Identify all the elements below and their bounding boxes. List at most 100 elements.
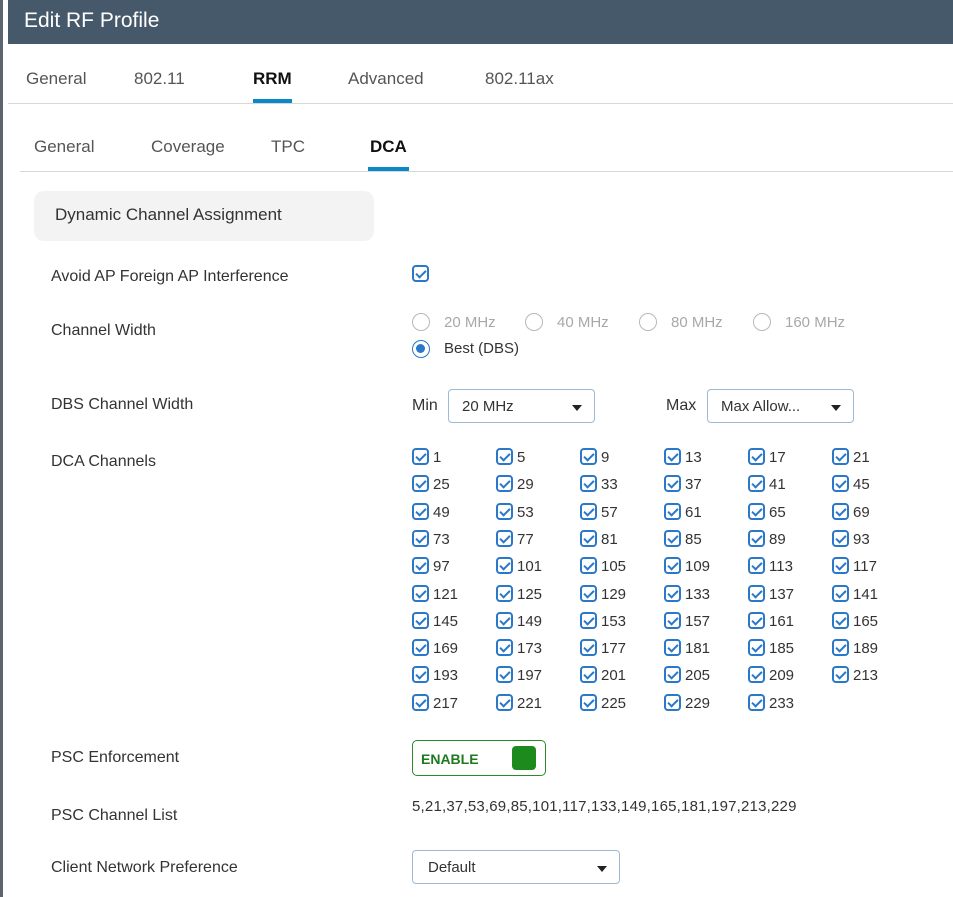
section-header: Dynamic Channel Assignment <box>34 191 374 241</box>
checkbox-checked <box>664 529 681 547</box>
dbs-max-select[interactable]: Max Allow... <box>707 389 854 423</box>
checkbox-checked <box>748 529 765 547</box>
dca-channel-number: 29 <box>517 476 534 494</box>
client-network-pref-value: Default <box>428 859 476 876</box>
dca-channel-number: 77 <box>517 530 534 548</box>
checkbox-checked <box>412 502 429 520</box>
dca-channel-number: 61 <box>685 503 702 521</box>
dca-channel-number: 229 <box>685 694 711 712</box>
checkbox-checked <box>496 448 513 465</box>
checkbox-checked <box>748 693 765 711</box>
checkbox-checked <box>832 611 849 629</box>
dca-channel-number: 53 <box>517 503 534 521</box>
dca-channel-number: 5 <box>517 449 526 466</box>
checkbox-checked <box>832 475 849 493</box>
active-subtab-indicator <box>368 167 409 171</box>
checkbox-checked <box>496 529 513 547</box>
dca-channel-number: 105 <box>601 558 627 576</box>
dca-channel-number: 217 <box>433 694 459 712</box>
radio-20mhz-label: 20 MHz <box>444 314 496 331</box>
checkbox-checked <box>664 584 681 602</box>
checkbox-checked <box>412 639 429 657</box>
checkbox-checked <box>748 584 765 602</box>
radio-160mhz[interactable] <box>753 313 771 331</box>
dca-channel-number: 197 <box>517 667 543 685</box>
dca-channel-number: 65 <box>769 503 786 521</box>
dca-channel-number: 177 <box>601 640 627 658</box>
dca-channel-number: 201 <box>601 667 627 685</box>
radio-20mhz[interactable] <box>412 313 430 331</box>
checkbox-checked <box>496 475 513 493</box>
checkbox-checked <box>664 502 681 520</box>
dialog-titlebar: Edit RF Profile <box>8 0 953 44</box>
avoid-foreign-label: Avoid AP Foreign AP Interference <box>51 268 289 285</box>
checkbox-checked <box>748 611 765 629</box>
checkbox-checked <box>580 666 597 684</box>
checkbox-checked <box>832 448 849 465</box>
toggle-state-text: ENABLE <box>421 751 479 767</box>
dca-channel-number: 165 <box>853 612 879 630</box>
dca-channel-number: 205 <box>685 667 711 685</box>
radio-160mhz-label: 160 MHz <box>785 314 846 331</box>
radio-40mhz-label: 40 MHz <box>557 314 609 331</box>
dca-channel-number: 81 <box>601 530 618 548</box>
checkbox-checked <box>748 666 765 684</box>
top-tab-bar: General 802.11 RRM Advanced 802.11ax <box>8 44 953 104</box>
tab-advanced[interactable]: Advanced <box>348 69 424 89</box>
subtab-dca[interactable]: DCA <box>368 137 409 171</box>
dca-channel-number: 13 <box>685 449 702 466</box>
checkbox-checked <box>496 557 513 575</box>
radio-best-dbs[interactable] <box>412 340 430 358</box>
dca-channel-number: 221 <box>517 694 543 712</box>
checkbox-checked <box>496 639 513 657</box>
dbs-min-select[interactable]: 20 MHz <box>448 389 595 423</box>
channel-width-label: Channel Width <box>51 322 156 339</box>
psc-channel-list-value: 5,21,37,53,69,85,101,117,133,149,165,181… <box>412 798 797 815</box>
tab-general[interactable]: General <box>26 69 86 89</box>
dca-channel-number: 57 <box>601 503 618 521</box>
dca-channel-number: 125 <box>517 585 543 603</box>
radio-best-dbs-label: Best (DBS) <box>444 340 520 357</box>
section-title: Dynamic Channel Assignment <box>55 205 282 224</box>
subtab-coverage[interactable]: Coverage <box>151 137 225 157</box>
radio-40mhz[interactable] <box>525 313 543 331</box>
dca-channel-number: 169 <box>433 640 459 658</box>
checkbox-checked <box>832 584 849 602</box>
checkbox-checked <box>832 666 849 684</box>
dca-channel-number: 33 <box>601 476 618 494</box>
checkbox-checked <box>496 666 513 684</box>
dca-channel-number: 141 <box>853 585 879 603</box>
dca-channel-number: 189 <box>853 640 879 658</box>
dca-channel-number: 21 <box>853 449 870 466</box>
psc-enforcement-toggle[interactable]: ENABLE <box>412 740 546 776</box>
checkbox-checked <box>580 639 597 657</box>
dca-channel-number: 45 <box>853 476 870 494</box>
subtab-general[interactable]: General <box>34 137 94 157</box>
tab-802-11[interactable]: 802.11 <box>134 69 185 89</box>
tab-802-11ax[interactable]: 802.11ax <box>485 69 554 89</box>
checkbox-checked <box>580 529 597 547</box>
checkbox-checked <box>412 666 429 684</box>
checkbox-checked <box>496 584 513 602</box>
dca-channel-number: 121 <box>433 585 459 603</box>
chevron-down-icon <box>831 405 841 411</box>
subtab-tpc[interactable]: TPC <box>271 137 305 157</box>
checkbox-checked <box>664 475 681 493</box>
dca-channel-number: 209 <box>769 667 795 685</box>
checkbox-checked <box>664 448 681 465</box>
avoid-foreign-checkbox[interactable] <box>412 265 429 282</box>
checkbox-checked <box>664 666 681 684</box>
dca-channel-number: 25 <box>433 476 450 494</box>
dca-channel-number: 213 <box>853 667 879 685</box>
subtab-label: TPC <box>271 137 305 156</box>
radio-80mhz[interactable] <box>639 313 657 331</box>
tab-rrm[interactable]: RRM <box>253 69 292 103</box>
checkbox-checked <box>832 557 849 575</box>
checkbox-checked <box>580 448 597 465</box>
subtab-label: DCA <box>370 137 407 156</box>
dca-channel-number: 145 <box>433 612 459 630</box>
subtab-label: General <box>34 137 95 156</box>
client-network-pref-select[interactable]: Default <box>412 850 620 884</box>
window-edge <box>0 0 3 897</box>
dca-channel-number: 49 <box>433 503 450 521</box>
